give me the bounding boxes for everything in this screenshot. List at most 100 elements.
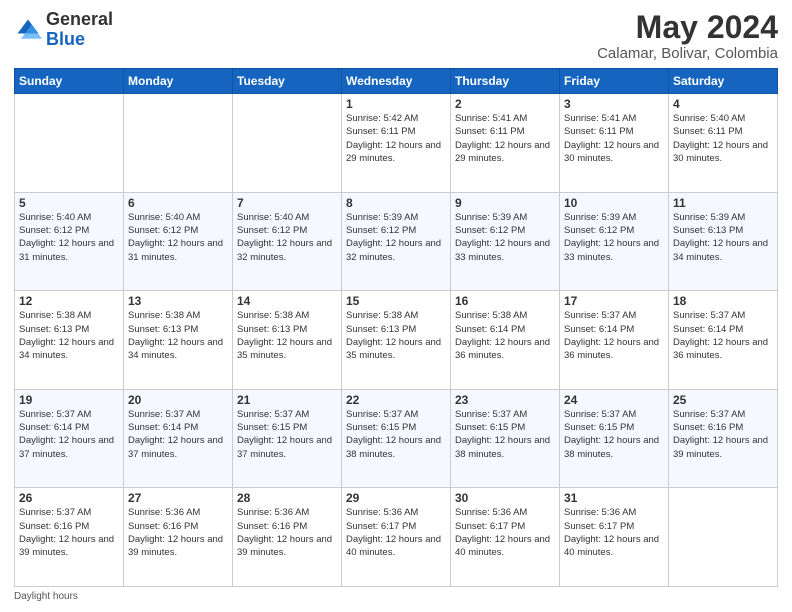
day-number: 9: [455, 196, 555, 210]
day-info: Sunrise: 5:37 AM Sunset: 6:14 PM Dayligh…: [19, 408, 119, 461]
day-info: Sunrise: 5:37 AM Sunset: 6:15 PM Dayligh…: [237, 408, 337, 461]
footer: Daylight hours: [14, 591, 778, 602]
logo-icon: [14, 16, 42, 44]
day-number: 30: [455, 491, 555, 505]
calendar-cell-2-4: 8Sunrise: 5:39 AM Sunset: 6:12 PM Daylig…: [342, 192, 451, 291]
header: General Blue May 2024 Calamar, Bolivar, …: [14, 10, 778, 62]
calendar-header-sunday: Sunday: [15, 69, 124, 94]
day-info: Sunrise: 5:39 AM Sunset: 6:12 PM Dayligh…: [455, 211, 555, 264]
logo-blue: Blue: [46, 29, 85, 49]
day-number: 26: [19, 491, 119, 505]
calendar-cell-3-5: 16Sunrise: 5:38 AM Sunset: 6:14 PM Dayli…: [451, 291, 560, 390]
day-info: Sunrise: 5:37 AM Sunset: 6:15 PM Dayligh…: [455, 408, 555, 461]
day-number: 22: [346, 393, 446, 407]
day-number: 31: [564, 491, 664, 505]
day-info: Sunrise: 5:37 AM Sunset: 6:15 PM Dayligh…: [564, 408, 664, 461]
calendar-cell-3-2: 13Sunrise: 5:38 AM Sunset: 6:13 PM Dayli…: [124, 291, 233, 390]
day-info: Sunrise: 5:37 AM Sunset: 6:16 PM Dayligh…: [19, 506, 119, 559]
calendar-table: SundayMondayTuesdayWednesdayThursdayFrid…: [14, 68, 778, 587]
day-number: 29: [346, 491, 446, 505]
calendar-header-saturday: Saturday: [669, 69, 778, 94]
day-info: Sunrise: 5:38 AM Sunset: 6:13 PM Dayligh…: [237, 309, 337, 362]
calendar-header-thursday: Thursday: [451, 69, 560, 94]
calendar-cell-5-5: 30Sunrise: 5:36 AM Sunset: 6:17 PM Dayli…: [451, 488, 560, 587]
calendar-header-tuesday: Tuesday: [233, 69, 342, 94]
calendar-header-row: SundayMondayTuesdayWednesdayThursdayFrid…: [15, 69, 778, 94]
calendar-cell-2-1: 5Sunrise: 5:40 AM Sunset: 6:12 PM Daylig…: [15, 192, 124, 291]
day-info: Sunrise: 5:37 AM Sunset: 6:14 PM Dayligh…: [564, 309, 664, 362]
day-info: Sunrise: 5:37 AM Sunset: 6:16 PM Dayligh…: [673, 408, 773, 461]
calendar-header-wednesday: Wednesday: [342, 69, 451, 94]
page: General Blue May 2024 Calamar, Bolivar, …: [0, 0, 792, 612]
calendar-cell-5-3: 28Sunrise: 5:36 AM Sunset: 6:16 PM Dayli…: [233, 488, 342, 587]
day-number: 21: [237, 393, 337, 407]
calendar-cell-1-1: [15, 94, 124, 193]
calendar-header-friday: Friday: [560, 69, 669, 94]
subtitle: Calamar, Bolivar, Colombia: [597, 45, 778, 62]
calendar-cell-1-3: [233, 94, 342, 193]
calendar-week-2: 5Sunrise: 5:40 AM Sunset: 6:12 PM Daylig…: [15, 192, 778, 291]
calendar-cell-5-7: [669, 488, 778, 587]
day-info: Sunrise: 5:36 AM Sunset: 6:16 PM Dayligh…: [237, 506, 337, 559]
day-number: 19: [19, 393, 119, 407]
day-number: 7: [237, 196, 337, 210]
day-info: Sunrise: 5:37 AM Sunset: 6:15 PM Dayligh…: [346, 408, 446, 461]
calendar-cell-3-6: 17Sunrise: 5:37 AM Sunset: 6:14 PM Dayli…: [560, 291, 669, 390]
logo: General Blue: [14, 10, 113, 50]
day-number: 4: [673, 97, 773, 111]
day-info: Sunrise: 5:36 AM Sunset: 6:17 PM Dayligh…: [346, 506, 446, 559]
day-number: 23: [455, 393, 555, 407]
calendar-week-4: 19Sunrise: 5:37 AM Sunset: 6:14 PM Dayli…: [15, 389, 778, 488]
day-info: Sunrise: 5:40 AM Sunset: 6:12 PM Dayligh…: [128, 211, 228, 264]
calendar-week-5: 26Sunrise: 5:37 AM Sunset: 6:16 PM Dayli…: [15, 488, 778, 587]
day-info: Sunrise: 5:39 AM Sunset: 6:12 PM Dayligh…: [346, 211, 446, 264]
calendar-cell-4-1: 19Sunrise: 5:37 AM Sunset: 6:14 PM Dayli…: [15, 389, 124, 488]
day-info: Sunrise: 5:37 AM Sunset: 6:14 PM Dayligh…: [128, 408, 228, 461]
calendar-cell-2-2: 6Sunrise: 5:40 AM Sunset: 6:12 PM Daylig…: [124, 192, 233, 291]
day-info: Sunrise: 5:40 AM Sunset: 6:12 PM Dayligh…: [19, 211, 119, 264]
day-info: Sunrise: 5:41 AM Sunset: 6:11 PM Dayligh…: [455, 112, 555, 165]
calendar-cell-3-7: 18Sunrise: 5:37 AM Sunset: 6:14 PM Dayli…: [669, 291, 778, 390]
day-number: 24: [564, 393, 664, 407]
day-number: 25: [673, 393, 773, 407]
day-number: 17: [564, 294, 664, 308]
calendar-cell-1-2: [124, 94, 233, 193]
logo-general: General: [46, 9, 113, 29]
day-number: 15: [346, 294, 446, 308]
day-info: Sunrise: 5:40 AM Sunset: 6:12 PM Dayligh…: [237, 211, 337, 264]
day-number: 14: [237, 294, 337, 308]
calendar-week-3: 12Sunrise: 5:38 AM Sunset: 6:13 PM Dayli…: [15, 291, 778, 390]
calendar-cell-3-4: 15Sunrise: 5:38 AM Sunset: 6:13 PM Dayli…: [342, 291, 451, 390]
day-number: 8: [346, 196, 446, 210]
day-number: 10: [564, 196, 664, 210]
day-info: Sunrise: 5:41 AM Sunset: 6:11 PM Dayligh…: [564, 112, 664, 165]
day-info: Sunrise: 5:38 AM Sunset: 6:13 PM Dayligh…: [346, 309, 446, 362]
day-number: 11: [673, 196, 773, 210]
day-info: Sunrise: 5:39 AM Sunset: 6:13 PM Dayligh…: [673, 211, 773, 264]
daylight-label: Daylight hours: [14, 591, 78, 602]
calendar-cell-2-3: 7Sunrise: 5:40 AM Sunset: 6:12 PM Daylig…: [233, 192, 342, 291]
day-number: 1: [346, 97, 446, 111]
calendar-cell-4-4: 22Sunrise: 5:37 AM Sunset: 6:15 PM Dayli…: [342, 389, 451, 488]
calendar-cell-2-7: 11Sunrise: 5:39 AM Sunset: 6:13 PM Dayli…: [669, 192, 778, 291]
day-number: 2: [455, 97, 555, 111]
day-info: Sunrise: 5:38 AM Sunset: 6:14 PM Dayligh…: [455, 309, 555, 362]
calendar-header-monday: Monday: [124, 69, 233, 94]
day-number: 27: [128, 491, 228, 505]
calendar-cell-1-7: 4Sunrise: 5:40 AM Sunset: 6:11 PM Daylig…: [669, 94, 778, 193]
calendar-cell-4-2: 20Sunrise: 5:37 AM Sunset: 6:14 PM Dayli…: [124, 389, 233, 488]
main-title: May 2024: [597, 10, 778, 45]
day-info: Sunrise: 5:38 AM Sunset: 6:13 PM Dayligh…: [128, 309, 228, 362]
day-info: Sunrise: 5:38 AM Sunset: 6:13 PM Dayligh…: [19, 309, 119, 362]
calendar-cell-3-1: 12Sunrise: 5:38 AM Sunset: 6:13 PM Dayli…: [15, 291, 124, 390]
calendar-week-1: 1Sunrise: 5:42 AM Sunset: 6:11 PM Daylig…: [15, 94, 778, 193]
calendar-cell-4-7: 25Sunrise: 5:37 AM Sunset: 6:16 PM Dayli…: [669, 389, 778, 488]
day-number: 13: [128, 294, 228, 308]
calendar-cell-1-6: 3Sunrise: 5:41 AM Sunset: 6:11 PM Daylig…: [560, 94, 669, 193]
calendar-cell-5-1: 26Sunrise: 5:37 AM Sunset: 6:16 PM Dayli…: [15, 488, 124, 587]
calendar-cell-4-6: 24Sunrise: 5:37 AM Sunset: 6:15 PM Dayli…: [560, 389, 669, 488]
day-number: 20: [128, 393, 228, 407]
day-number: 16: [455, 294, 555, 308]
day-number: 6: [128, 196, 228, 210]
day-number: 12: [19, 294, 119, 308]
